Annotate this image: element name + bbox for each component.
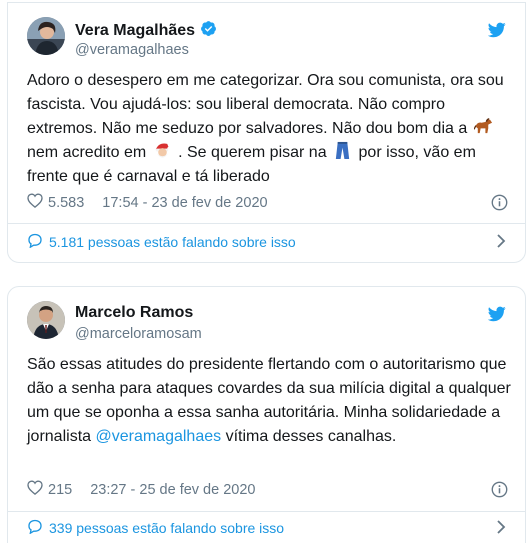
tweet-text-part: . Se querem pisar na [178,144,327,161]
like-count[interactable]: 215 [48,482,72,498]
santa-emoji-icon [153,141,172,160]
heart-icon[interactable] [27,480,43,499]
verified-badge-icon [200,20,217,42]
author-handle[interactable]: @marceloramosam [75,325,202,343]
tweet-text-part: vítima desses canalhas. [225,428,397,445]
jeans-emoji-icon [333,141,352,160]
twitter-bird-icon[interactable] [487,306,506,327]
timestamp[interactable]: 23:27 - 25 de fev de 2020 [90,482,255,498]
author-handle[interactable]: @veramagalhaes [75,41,189,59]
like-count[interactable]: 5.583 [48,195,84,211]
info-icon[interactable] [491,194,508,216]
avatar[interactable] [27,301,65,339]
conversation-link[interactable]: 339 pessoas estão falando sobre isso [27,519,506,537]
conversation-link[interactable]: 5.181 pessoas estão falando sobre isso [27,233,506,251]
tweet-meta: 215 23:27 - 25 de fev de 2020 [27,480,255,499]
conversation-label[interactable]: 339 pessoas estão falando sobre isso [49,520,284,536]
heart-icon[interactable] [27,193,43,212]
author-name[interactable]: Vera Magalhães [75,22,195,40]
chevron-right-icon[interactable] [496,233,506,251]
chevron-right-icon[interactable] [496,519,506,537]
tweet-text: Adoro o desespero em me categorizar. Ora… [27,69,517,189]
info-icon[interactable] [491,481,508,503]
timestamp[interactable]: 17:54 - 23 de fev de 2020 [102,195,267,211]
conversation-label[interactable]: 5.181 pessoas estão falando sobre isso [49,234,296,250]
comment-icon [27,233,43,251]
comment-icon [27,519,43,537]
twitter-bird-icon[interactable] [487,22,506,43]
divider [8,511,525,512]
divider [8,223,525,224]
mention-link[interactable]: @veramagalhaes [95,428,221,445]
tweet-text-part: nem acredito em [27,144,147,161]
tweet-text: São essas atitudes do presidente flertan… [27,353,517,449]
tweet-meta: 5.583 17:54 - 23 de fev de 2020 [27,193,268,212]
tweet-text-part: Adoro o desespero em me categorizar. Ora… [27,72,504,137]
avatar[interactable] [27,17,65,55]
author-name[interactable]: Marcelo Ramos [75,304,193,322]
tweet-card[interactable]: Marcelo Ramos @marceloramosam São essas … [7,286,526,543]
horse-emoji-icon [473,117,493,136]
tweet-card[interactable]: Vera Magalhães @veramagalhaes Adoro o de… [7,2,526,263]
